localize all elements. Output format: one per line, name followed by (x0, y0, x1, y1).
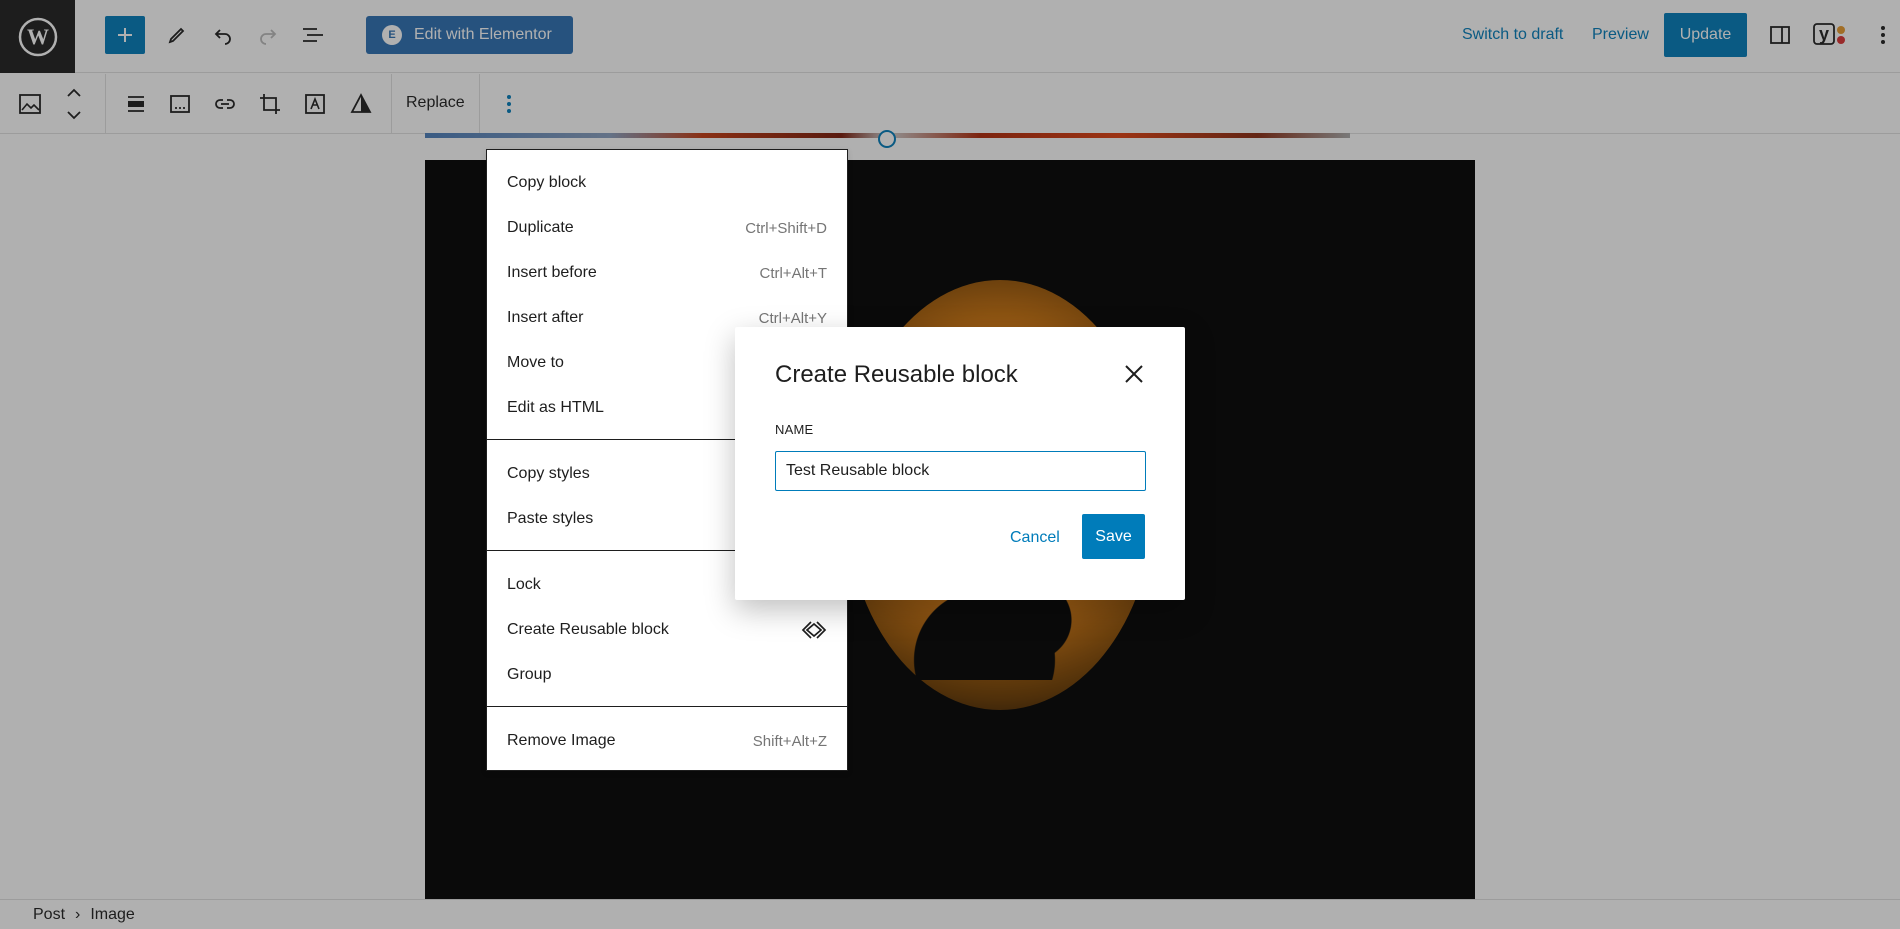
name-field[interactable] (775, 451, 1146, 491)
menu-item-shortcut: Shift+Alt+Z (752, 732, 827, 750)
menu-item-label: Lock (507, 576, 541, 593)
menu-item-copy-block[interactable]: Copy block (507, 171, 827, 195)
name-field-label: NAME (775, 422, 814, 437)
menu-item-group[interactable]: Group (507, 663, 827, 687)
menu-item-remove-image[interactable]: Remove Image Shift+Alt+Z (507, 729, 827, 753)
menu-item-duplicate[interactable]: Duplicate Ctrl+Shift+D (507, 216, 827, 240)
close-modal-button[interactable] (1119, 359, 1149, 389)
modal-title: Create Reusable block (775, 361, 1018, 388)
menu-item-shortcut: Ctrl+Alt+T (759, 264, 827, 282)
menu-item-shortcut: Ctrl+Shift+D (745, 219, 827, 237)
menu-item-label: Duplicate (507, 219, 574, 236)
create-reusable-block-modal: Create Reusable block NAME Cancel Save (735, 327, 1185, 600)
menu-item-label: Paste styles (507, 510, 594, 527)
menu-item-label: Insert before (507, 264, 597, 281)
menu-item-label: Remove Image (507, 732, 616, 749)
menu-item-label: Copy styles (507, 465, 590, 482)
menu-item-create-reusable-block[interactable]: Create Reusable block (507, 618, 827, 642)
menu-item-label: Edit as HTML (507, 399, 604, 416)
close-icon (1125, 365, 1143, 383)
menu-item-shortcut: Ctrl+Alt+Y (758, 309, 827, 327)
cancel-button[interactable]: Cancel (1010, 529, 1060, 547)
menu-item-label: Insert after (507, 309, 584, 326)
menu-item-insert-before[interactable]: Insert before Ctrl+Alt+T (507, 261, 827, 285)
menu-divider (487, 706, 847, 707)
save-button[interactable]: Save (1082, 514, 1145, 559)
menu-item-label: Copy block (507, 174, 587, 191)
menu-item-label: Group (507, 666, 552, 683)
reusable-block-icon (801, 621, 827, 639)
menu-item-label: Move to (507, 354, 564, 371)
menu-item-label: Create Reusable block (507, 621, 669, 638)
